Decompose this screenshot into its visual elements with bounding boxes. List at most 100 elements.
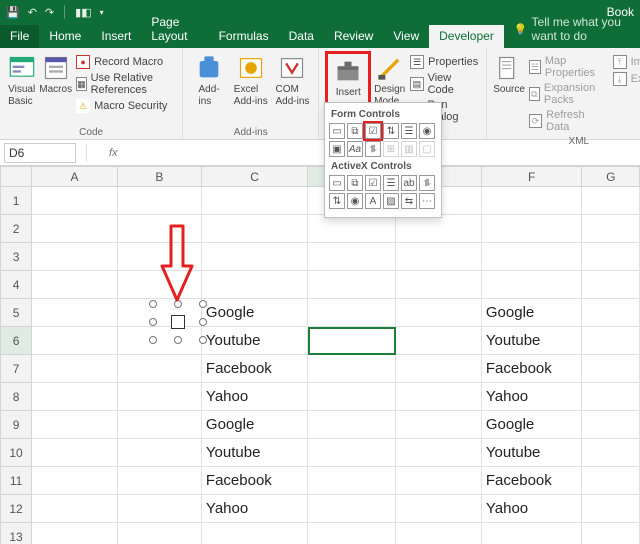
ax-check[interactable]: ☑ (365, 175, 381, 191)
select-all-corner[interactable] (1, 167, 32, 187)
cell-D4[interactable] (308, 271, 396, 299)
cell-C1[interactable] (201, 187, 307, 215)
cell-G8[interactable] (582, 383, 640, 411)
cell-F4[interactable] (481, 271, 582, 299)
view-code-button[interactable]: ▤View Code (408, 71, 480, 97)
cell-A7[interactable] (32, 355, 118, 383)
resize-handle[interactable] (199, 336, 207, 344)
form-button[interactable]: ▭ (329, 123, 345, 139)
cell-D11[interactable] (308, 467, 396, 495)
cell-E13[interactable] (396, 523, 482, 544)
resize-handle[interactable] (149, 300, 157, 308)
tab-file[interactable]: File (0, 25, 39, 48)
properties-button[interactable]: ☰Properties (408, 54, 480, 70)
checkbox-control[interactable] (153, 304, 203, 340)
tab-home[interactable]: Home (39, 25, 91, 48)
form-label[interactable]: Aa (347, 141, 363, 157)
row-header-1[interactable]: 1 (1, 187, 32, 215)
cell-B10[interactable] (117, 439, 201, 467)
cell-A6[interactable] (32, 327, 118, 355)
cell-D10[interactable] (308, 439, 396, 467)
cell-A10[interactable] (32, 439, 118, 467)
form-list[interactable]: ☰ (401, 123, 417, 139)
cell-F3[interactable] (481, 243, 582, 271)
cell-C10[interactable]: Youtube (201, 439, 307, 467)
relative-references-button[interactable]: ▦Use Relative References (74, 71, 176, 97)
col-header-C[interactable]: C (201, 167, 307, 187)
cell-E7[interactable] (396, 355, 482, 383)
source-button[interactable]: Source (493, 52, 525, 96)
ax-toggle[interactable]: ⇆ (401, 193, 417, 209)
redo-icon[interactable]: ↷ (45, 6, 54, 19)
excel-addins-button[interactable]: Excel Add-ins (231, 52, 271, 107)
cell-B4[interactable] (117, 271, 201, 299)
ax-text[interactable]: ab (401, 175, 417, 191)
com-addins-button[interactable]: COM Add-ins (273, 52, 313, 107)
cell-C6[interactable]: Youtube (201, 327, 307, 355)
visual-basic-button[interactable]: Visual Basic (6, 52, 37, 107)
ax-button[interactable]: ▭ (329, 175, 345, 191)
tab-formulas[interactable]: Formulas (209, 25, 279, 48)
cell-F10[interactable]: Youtube (481, 439, 582, 467)
cell-D6[interactable] (308, 327, 396, 355)
form-textfield[interactable]: ⊞ (383, 141, 399, 157)
cell-B11[interactable] (117, 467, 201, 495)
addins-button[interactable]: Add- ins (189, 52, 229, 107)
cell-A5[interactable] (32, 299, 118, 327)
checkbox-box[interactable] (171, 315, 185, 329)
cell-B12[interactable] (117, 495, 201, 523)
cell-F7[interactable]: Facebook (481, 355, 582, 383)
row-header-5[interactable]: 5 (1, 299, 32, 327)
row-header-12[interactable]: 12 (1, 495, 32, 523)
cell-D2[interactable] (308, 215, 396, 243)
row-header-10[interactable]: 10 (1, 439, 32, 467)
resize-handle[interactable] (174, 336, 182, 344)
row-header-8[interactable]: 8 (1, 383, 32, 411)
row-header-11[interactable]: 11 (1, 467, 32, 495)
cell-G7[interactable] (582, 355, 640, 383)
cell-E11[interactable] (396, 467, 482, 495)
row-header-7[interactable]: 7 (1, 355, 32, 383)
col-header-G[interactable]: G (582, 167, 640, 187)
cell-G6[interactable] (582, 327, 640, 355)
cell-E2[interactable] (396, 215, 482, 243)
row-header-2[interactable]: 2 (1, 215, 32, 243)
cell-B2[interactable] (117, 215, 201, 243)
cell-F12[interactable]: Yahoo (481, 495, 582, 523)
tab-insert[interactable]: Insert (91, 25, 141, 48)
cell-A1[interactable] (32, 187, 118, 215)
cell-F5[interactable]: Google (481, 299, 582, 327)
form-group[interactable]: ▣ (329, 141, 345, 157)
cell-F8[interactable]: Yahoo (481, 383, 582, 411)
form-spin[interactable]: ⇅ (383, 123, 399, 139)
cell-B1[interactable] (117, 187, 201, 215)
cell-F6[interactable]: Youtube (481, 327, 582, 355)
row-header-13[interactable]: 13 (1, 523, 32, 544)
ax-more[interactable]: ⋯ (419, 193, 435, 209)
cell-D7[interactable] (308, 355, 396, 383)
cell-C5[interactable]: Google (201, 299, 307, 327)
undo-icon[interactable]: ↶ (28, 6, 37, 19)
cell-D5[interactable] (308, 299, 396, 327)
cell-E5[interactable] (396, 299, 482, 327)
resize-handle[interactable] (199, 300, 207, 308)
cell-C11[interactable]: Facebook (201, 467, 307, 495)
cell-C7[interactable]: Facebook (201, 355, 307, 383)
save-icon[interactable]: 💾 (6, 6, 20, 19)
form-scroll[interactable]: ⥮ (365, 141, 381, 157)
row-header-4[interactable]: 4 (1, 271, 32, 299)
form-combo[interactable]: ⧉ (347, 123, 363, 139)
cell-D9[interactable] (308, 411, 396, 439)
cell-E4[interactable] (396, 271, 482, 299)
resize-handle[interactable] (149, 336, 157, 344)
cell-F2[interactable] (481, 215, 582, 243)
cell-F11[interactable]: Facebook (481, 467, 582, 495)
cell-G10[interactable] (582, 439, 640, 467)
resize-handle[interactable] (174, 300, 182, 308)
cell-F9[interactable]: Google (481, 411, 582, 439)
row-header-6[interactable]: 6 (1, 327, 32, 355)
ax-image[interactable]: ▨ (383, 193, 399, 209)
cell-G5[interactable] (582, 299, 640, 327)
macros-button[interactable]: Macros (39, 52, 72, 96)
worksheet-grid[interactable]: ABCDEFG12345GoogleGoogle6YoutubeYoutube7… (0, 166, 640, 544)
